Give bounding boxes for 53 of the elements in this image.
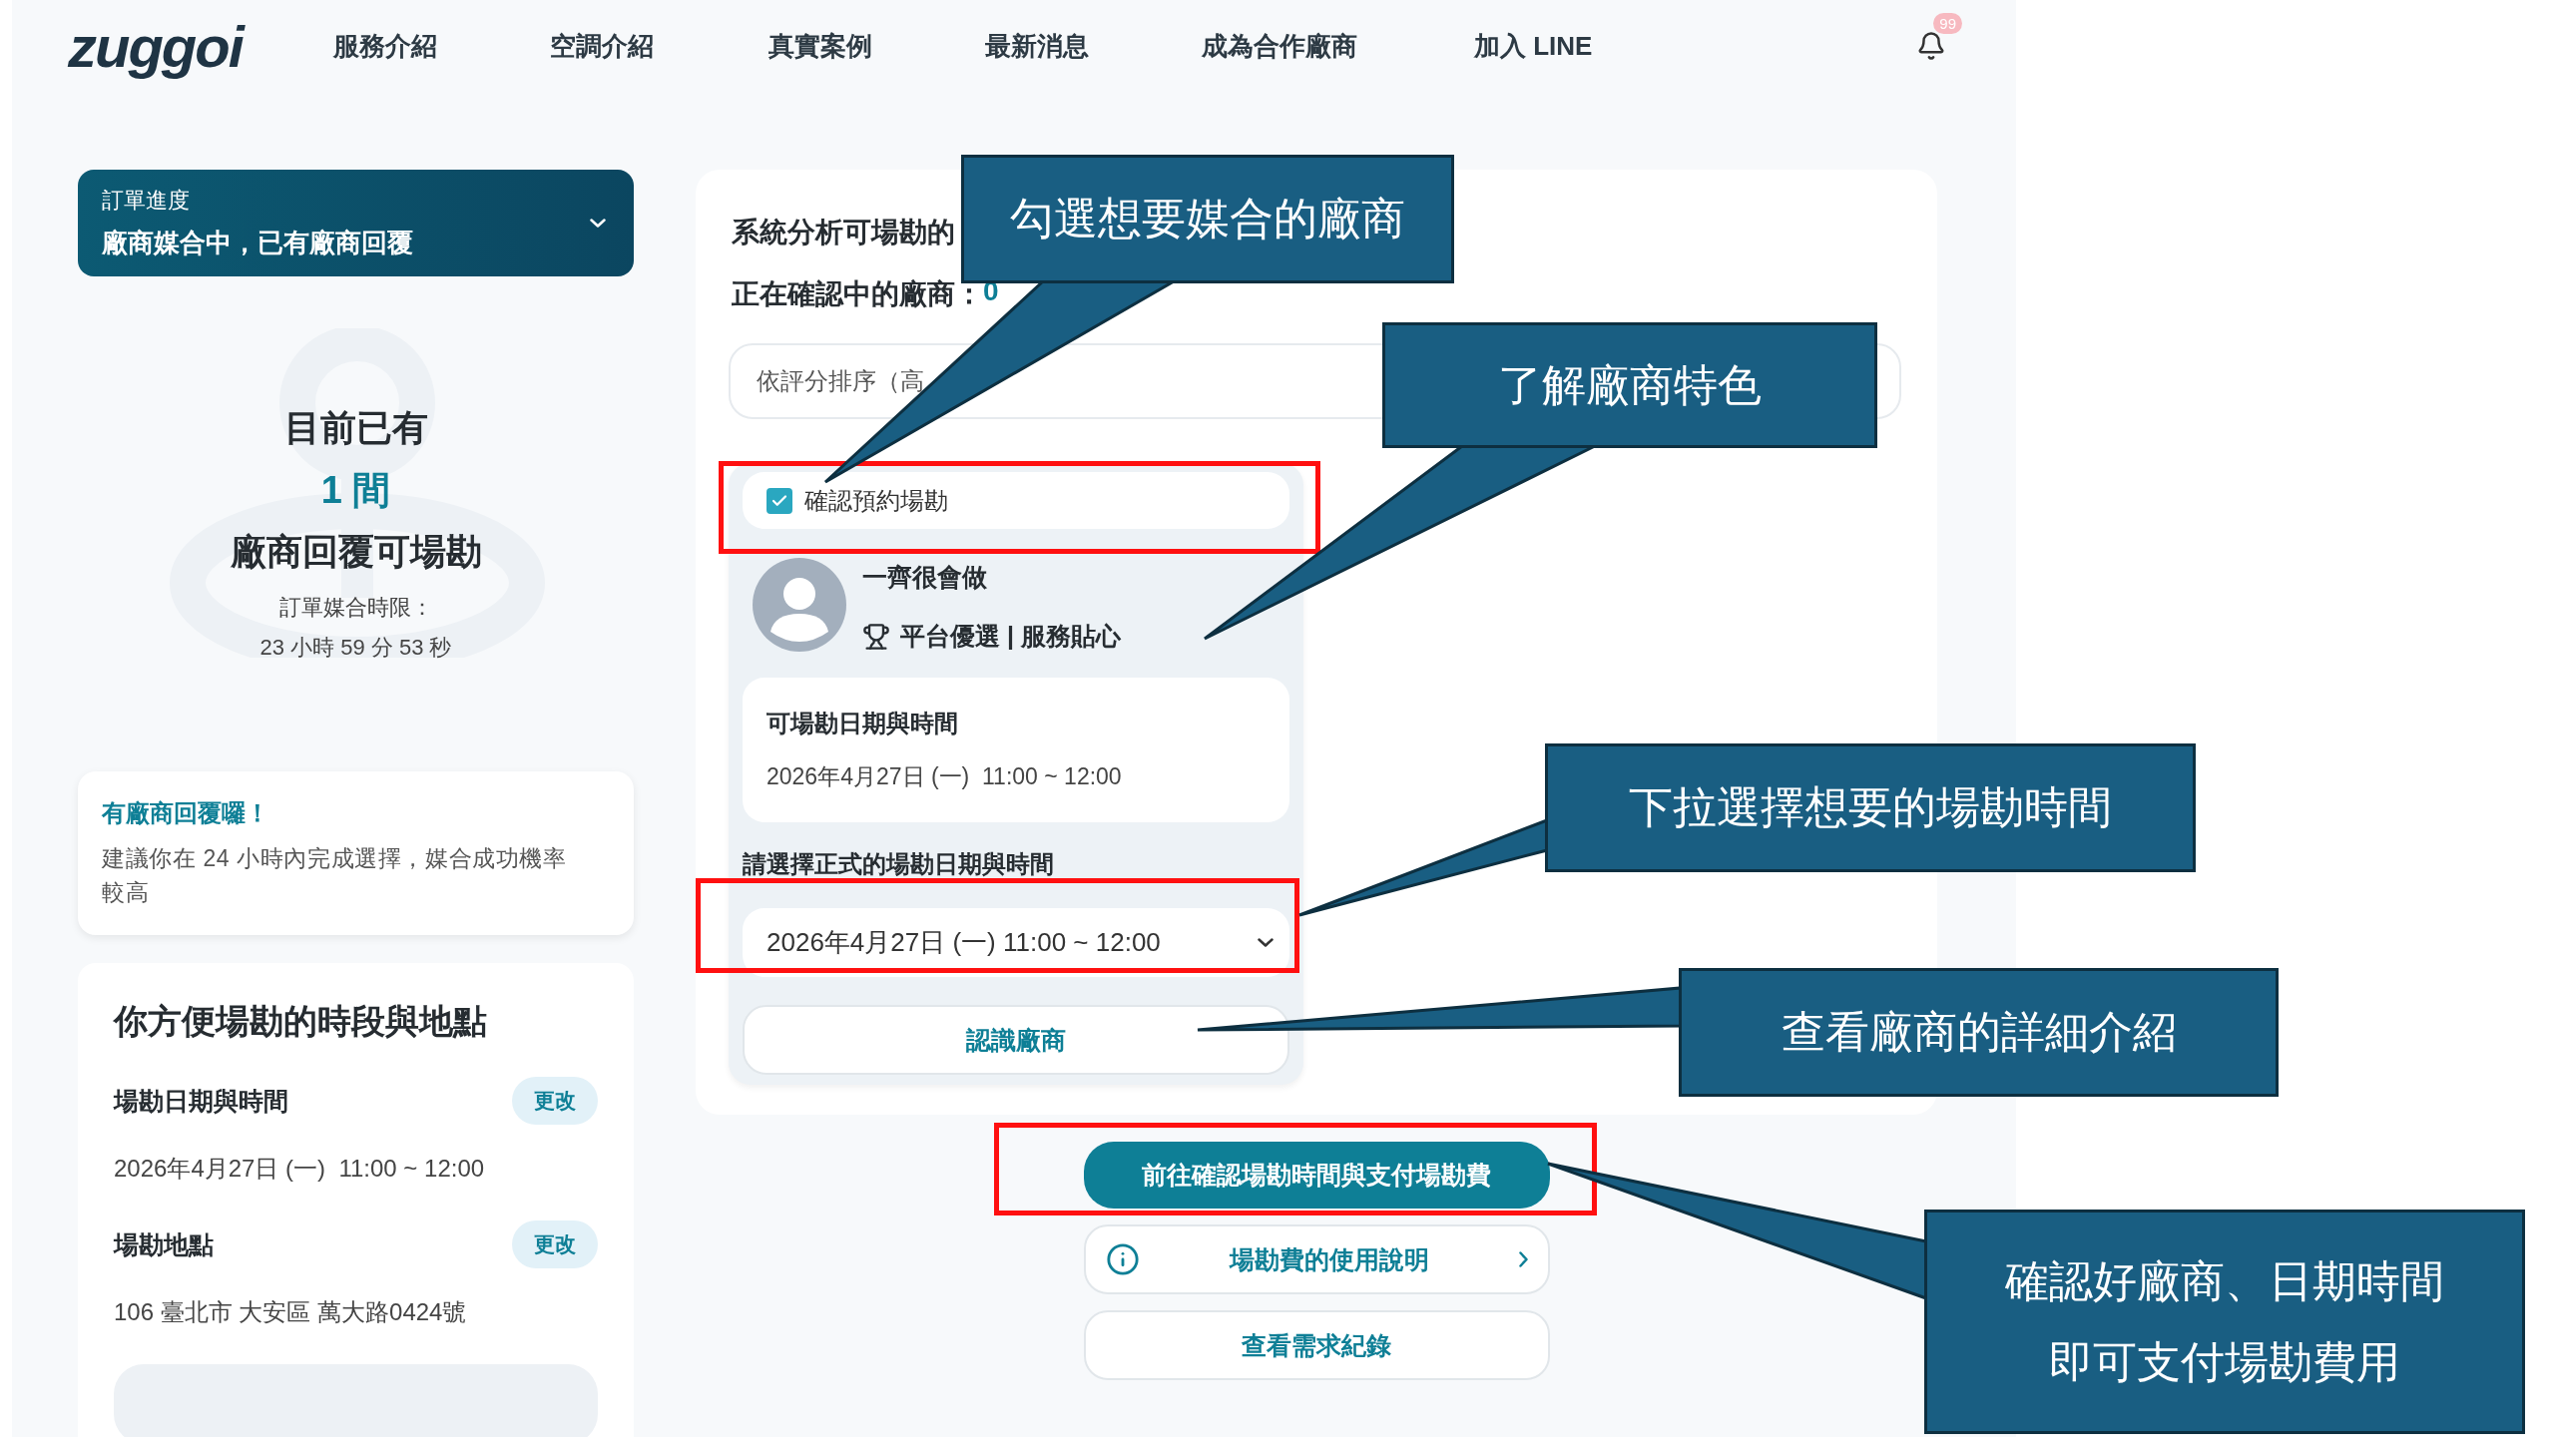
checkbox-label: 確認預約場勘 bbox=[804, 485, 948, 516]
callout-text: 即可支付場勘費用 bbox=[2049, 1335, 2400, 1388]
order-status: 廠商媒合中，已有廠商回覆 bbox=[102, 227, 413, 259]
select-label: 請選擇正式的場勘日期與時間 bbox=[743, 850, 1055, 878]
availability-value: 2026年4月27日 (一) 11:00 ~ 12:00 bbox=[766, 762, 1123, 791]
section-value: 2026年4月27日 (一) 11:00 ~ 12:00 bbox=[114, 1154, 486, 1184]
summary-text: 目前已有 bbox=[283, 406, 428, 450]
callout-text: 了解廠商特色 bbox=[1498, 358, 1762, 411]
callout-text: 勾選想要媒合的廠商 bbox=[1010, 193, 1405, 244]
info-icon bbox=[1105, 1242, 1140, 1276]
notice-text: 建議你在 24 小時內完成選擇，媒合成功機率較高 bbox=[102, 844, 568, 907]
callout-text: 查看廠商的詳細介紹 bbox=[1781, 1006, 2177, 1058]
date-select[interactable]: 2026年4月27日 (一) 11:00 ~ 12:00 bbox=[743, 908, 1289, 977]
vendor-details-button[interactable]: 認識廠商 bbox=[743, 1005, 1289, 1075]
nav-link[interactable]: 加入 LINE bbox=[1474, 28, 1674, 64]
order-progress-dropdown[interactable]: 訂單進度 廠商媒合中，已有廠商回覆 bbox=[78, 170, 634, 276]
schedule-title: 你方便場勘的時段與地點 bbox=[114, 1001, 488, 1042]
section-label: 場勘地點 bbox=[114, 1228, 214, 1260]
nav-link[interactable]: 空調介紹 bbox=[550, 28, 768, 64]
checkbox[interactable] bbox=[766, 487, 792, 514]
history-button[interactable]: 查看需求紀錄 bbox=[1083, 1310, 1550, 1380]
logo[interactable]: zuggoi bbox=[68, 12, 333, 80]
callout-text: 下拉選擇想要的場勘時間 bbox=[1629, 781, 2112, 833]
confirm-checkbox-row[interactable]: 確認預約場勘 bbox=[743, 472, 1289, 529]
availability-label: 可場勘日期與時間 bbox=[766, 709, 959, 738]
matching-heading: 系統分析可場勘的 bbox=[732, 216, 955, 249]
chevron-icon bbox=[1258, 938, 1274, 947]
counter-label: 正在確認中的廠商： bbox=[732, 277, 983, 311]
nav-link[interactable]: 服務介紹 bbox=[333, 28, 550, 64]
chevron-icon bbox=[1518, 1251, 1528, 1267]
order-progress-label: 訂單進度 bbox=[102, 187, 191, 215]
section-value: 106 臺北市 大安區 萬大路0424號 bbox=[114, 1297, 468, 1327]
nav-link[interactable]: 真實案例 bbox=[768, 28, 985, 64]
vendor-name: 一齊很會做 bbox=[862, 562, 988, 592]
summary-text: 廠商回覆可場勘 bbox=[230, 530, 482, 574]
deadline-label: 訂單媒合時限： bbox=[278, 594, 433, 622]
trophy-icon bbox=[862, 622, 890, 651]
change-button[interactable]: 更改 bbox=[512, 1077, 598, 1125]
bell-icon[interactable] bbox=[1916, 31, 1946, 61]
pay-button[interactable]: 前往確認場勘時間與支付場勘費 bbox=[1083, 1142, 1550, 1209]
notification-badge: 99 bbox=[1933, 13, 1962, 34]
fee-info-label: 場勘費的使用說明 bbox=[1229, 1243, 1429, 1275]
fee-info-button[interactable]: 場勘費的使用說明 bbox=[1083, 1224, 1550, 1294]
vendor-count: 1 間 bbox=[320, 468, 391, 513]
nav-link[interactable]: 成為合作廠商 bbox=[1202, 28, 1474, 64]
vendor-features: 平台優選 | 服務貼心 bbox=[900, 621, 1121, 652]
deadline-countdown: 23 小時 59 分 53 秒 bbox=[259, 634, 452, 662]
nav-link[interactable]: 最新消息 bbox=[985, 28, 1202, 64]
section-label: 場勘日期與時間 bbox=[114, 1085, 288, 1117]
notice-title: 有廠商回覆囉！ bbox=[102, 798, 270, 828]
avatar-icon bbox=[753, 558, 846, 652]
change-button[interactable]: 更改 bbox=[512, 1220, 598, 1268]
callout-text: 確認好廠商、日期時間 bbox=[2005, 1254, 2444, 1307]
